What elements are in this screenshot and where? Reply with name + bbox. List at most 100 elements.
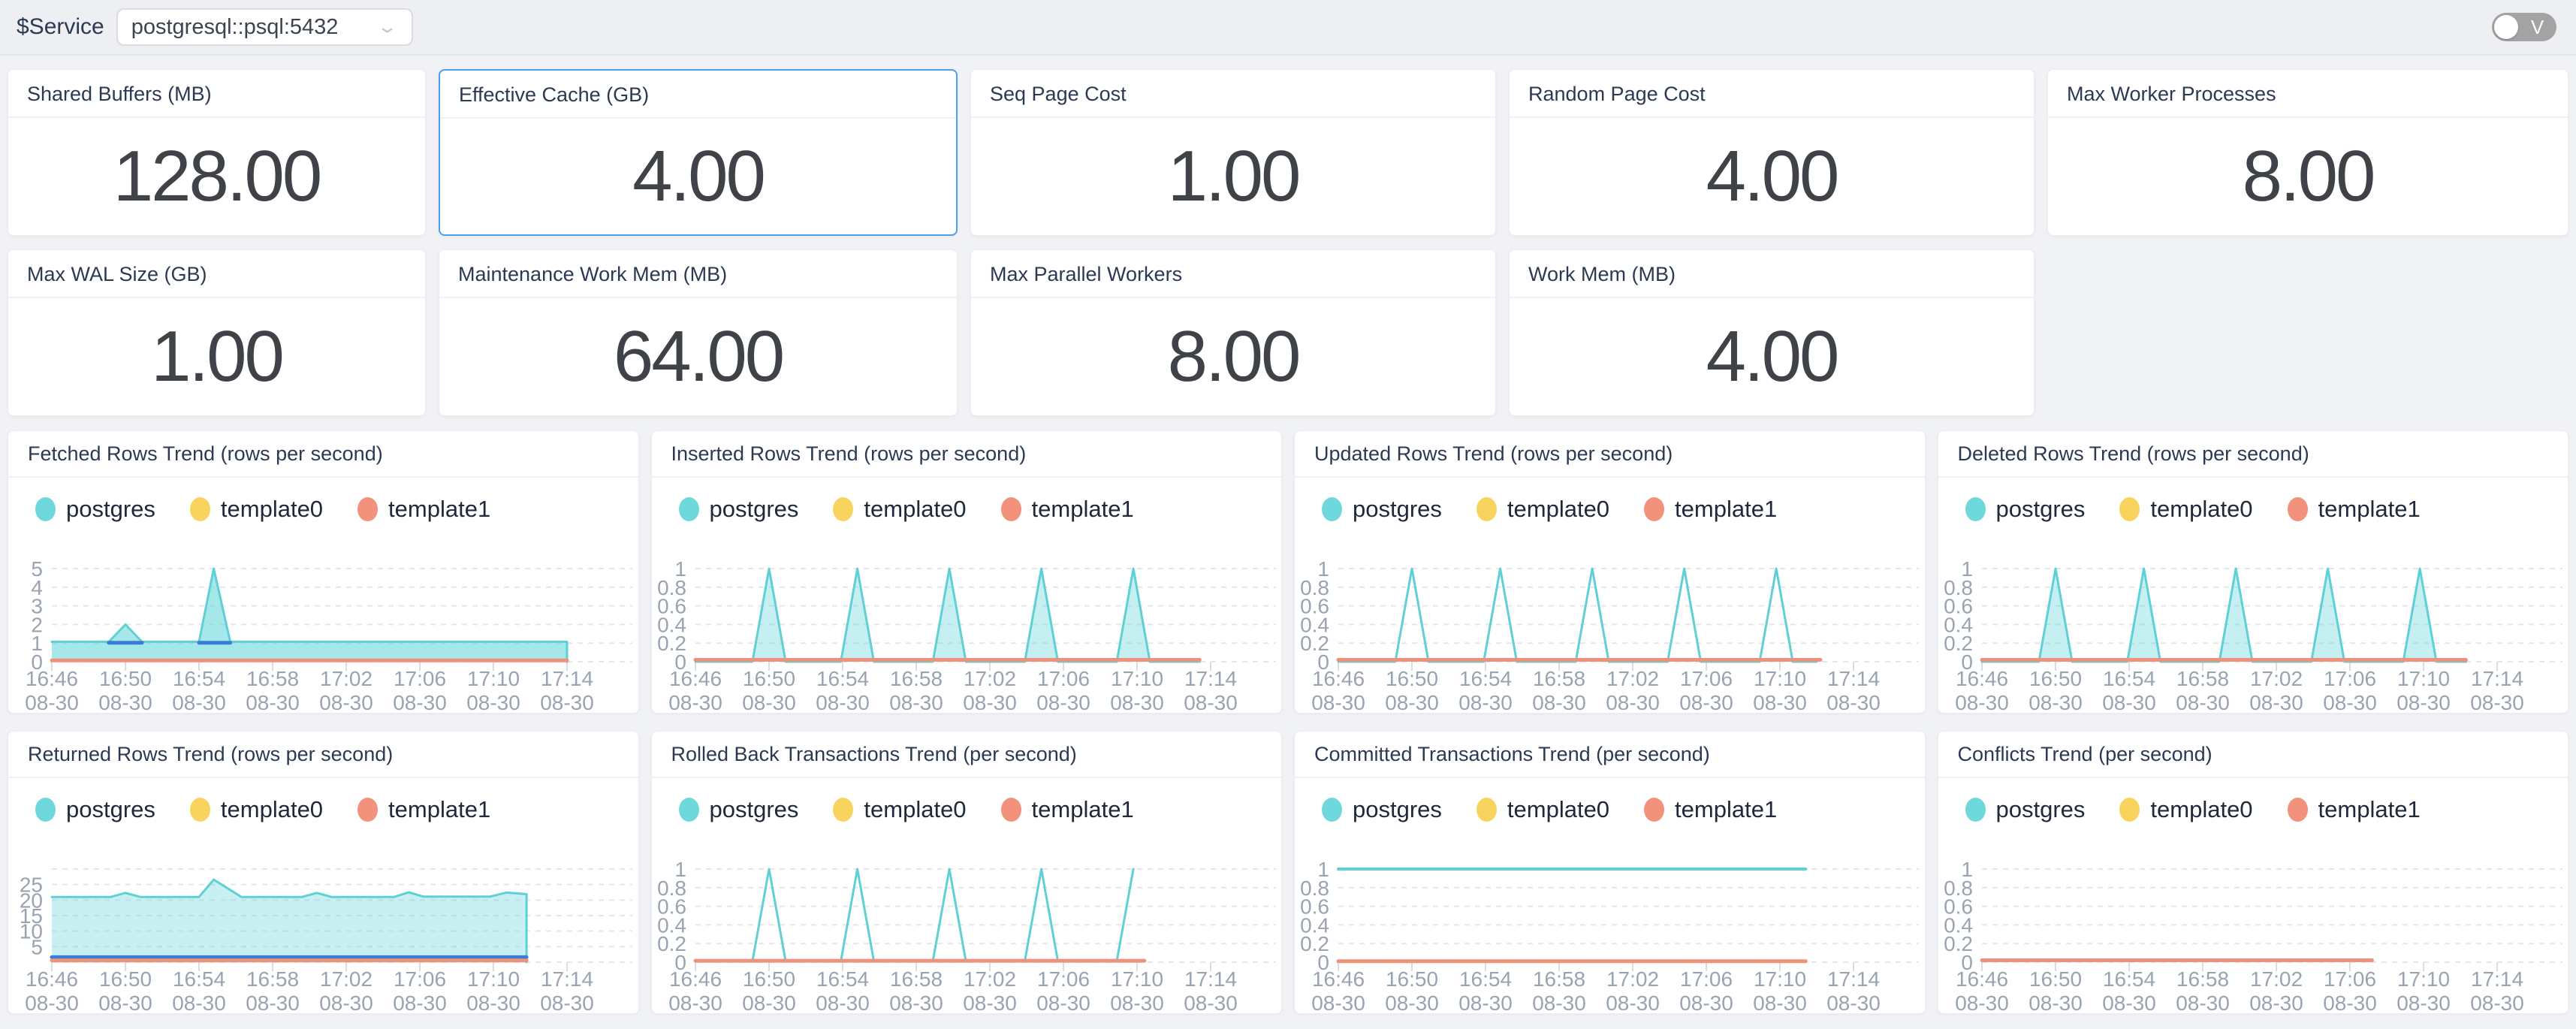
legend-item-postgres[interactable]: postgres (35, 796, 155, 823)
legend-item-template1[interactable]: template1 (2288, 496, 2421, 523)
chart-panel-deleted-rows[interactable]: Deleted Rows Trend (rows per second) pos… (1938, 430, 2569, 714)
svg-text:08-30: 08-30 (742, 991, 796, 1012)
legend-dot-icon (1477, 497, 1497, 521)
legend-item-postgres[interactable]: postgres (1322, 496, 1442, 523)
svg-text:17:14: 17:14 (1827, 667, 1880, 690)
legend-label: template0 (1507, 796, 1609, 823)
chart-plot-area[interactable]: 00.20.40.60.8116:4608-3016:5008-3016:540… (652, 523, 1282, 713)
svg-text:16:46: 16:46 (668, 967, 721, 991)
svg-text:08-30: 08-30 (25, 691, 79, 711)
stat-card-max-parallel-workers[interactable]: Max Parallel Workers 8.00 (970, 249, 1496, 416)
chart-legend: postgres template0 template1 (1295, 778, 1925, 823)
svg-text:16:50: 16:50 (2029, 667, 2081, 690)
legend-item-template0[interactable]: template0 (833, 796, 966, 823)
stat-card-value: 8.00 (971, 298, 1495, 415)
legend-item-template1[interactable]: template1 (1644, 496, 1777, 523)
svg-text:17:02: 17:02 (963, 967, 1015, 991)
stat-card-value: 4.00 (1510, 298, 2034, 415)
stat-card-seq-page-cost[interactable]: Seq Page Cost 1.00 (970, 69, 1496, 236)
chart-panel-returned-rows[interactable]: Returned Rows Trend (rows per second) po… (8, 731, 639, 1014)
svg-text:17:02: 17:02 (963, 667, 1015, 690)
stat-card-max-worker-processes[interactable]: Max Worker Processes 8.00 (2047, 69, 2568, 236)
svg-text:08-30: 08-30 (1606, 991, 1660, 1012)
legend-label: postgres (66, 496, 155, 523)
legend-item-template0[interactable]: template0 (2119, 796, 2252, 823)
svg-text:16:54: 16:54 (1459, 667, 1512, 690)
stat-card-effective-cache[interactable]: Effective Cache (GB) 4.00 (439, 69, 958, 236)
service-select[interactable]: postgresql::psql:5432 ⌄ (116, 8, 413, 46)
svg-text:08-30: 08-30 (1311, 991, 1365, 1012)
legend-item-postgres[interactable]: postgres (35, 496, 155, 523)
svg-text:08-30: 08-30 (1184, 991, 1238, 1012)
stat-card-shared-buffers[interactable]: Shared Buffers (MB) 128.00 (8, 69, 426, 236)
legend-dot-icon (1001, 798, 1021, 822)
chart-panel-inserted-rows[interactable]: Inserted Rows Trend (rows per second) po… (651, 430, 1283, 714)
stat-card-work-mem[interactable]: Work Mem (MB) 4.00 (1509, 249, 2035, 416)
svg-text:17:14: 17:14 (2470, 967, 2523, 991)
legend-dot-icon (190, 798, 210, 822)
legend-item-template1[interactable]: template1 (1001, 796, 1134, 823)
svg-text:08-30: 08-30 (2176, 991, 2230, 1012)
chart-plot-area[interactable]: 00.20.40.60.8116:4608-3016:5008-3016:540… (652, 823, 1282, 1013)
chart-panel-rolled-back-transactions[interactable]: Rolled Back Transactions Trend (per seco… (651, 731, 1283, 1014)
legend-label: template1 (388, 796, 490, 823)
legend-item-template1[interactable]: template1 (1644, 796, 1777, 823)
svg-text:08-30: 08-30 (540, 991, 594, 1012)
legend-item-postgres[interactable]: postgres (1965, 796, 2086, 823)
svg-text:17:14: 17:14 (1184, 667, 1236, 690)
legend-item-template1[interactable]: template1 (2288, 796, 2421, 823)
svg-text:16:58: 16:58 (889, 967, 942, 991)
legend-item-postgres[interactable]: postgres (1965, 496, 2086, 523)
chart-title: Updated Rows Trend (rows per second) (1295, 431, 1925, 478)
svg-text:17:02: 17:02 (2249, 667, 2302, 690)
svg-text:08-30: 08-30 (98, 991, 152, 1012)
chart-legend: postgres template0 template1 (1938, 778, 2568, 823)
svg-text:17:02: 17:02 (1606, 967, 1659, 991)
chart-plot-area[interactable]: 00.20.40.60.8116:4608-3016:5008-3016:540… (1295, 523, 1925, 713)
chart-panel-committed-transactions[interactable]: Committed Transactions Trend (per second… (1294, 731, 1926, 1014)
legend-item-postgres[interactable]: postgres (679, 796, 799, 823)
chart-panel-conflicts[interactable]: Conflicts Trend (per second) postgrestem… (1938, 731, 2569, 1014)
chart-plot-area[interactable]: 00.20.40.60.8116:4608-3016:5008-3016:540… (1295, 823, 1925, 1013)
svg-text:17:14: 17:14 (1184, 967, 1236, 991)
svg-text:16:46: 16:46 (1312, 667, 1365, 690)
svg-text:08-30: 08-30 (246, 691, 300, 711)
chart-plot-area[interactable]: 51015202516:4608-3016:5008-3016:5408-301… (8, 823, 638, 1013)
legend-item-postgres[interactable]: postgres (679, 496, 799, 523)
stat-card-value: 4.00 (440, 119, 956, 234)
chart-plot-area[interactable]: 00.20.40.60.8116:4608-3016:5008-3016:540… (1938, 823, 2568, 1013)
legend-item-template0[interactable]: template0 (190, 496, 323, 523)
legend-item-template1[interactable]: template1 (1001, 496, 1134, 523)
chart-grid-row1: Fetched Rows Trend (rows per second) pos… (8, 430, 2568, 714)
legend-item-template0[interactable]: template0 (2119, 496, 2252, 523)
legend-item-template0[interactable]: template0 (833, 496, 966, 523)
stat-card-grid: Shared Buffers (MB) 128.00 Effective Cac… (8, 69, 2568, 416)
stat-card-maintenance-work-mem[interactable]: Maintenance Work Mem (MB) 64.00 (439, 249, 958, 416)
stat-card-random-page-cost[interactable]: Random Page Cost 4.00 (1509, 69, 2035, 236)
svg-text:17:06: 17:06 (2323, 967, 2375, 991)
legend-label: template1 (388, 496, 490, 523)
svg-text:08-30: 08-30 (1532, 691, 1586, 711)
chart-plot-area[interactable]: 00.20.40.60.8116:4608-3016:5008-3016:540… (1938, 523, 2568, 713)
stat-card-value: 1.00 (8, 298, 425, 415)
legend-item-template1[interactable]: template1 (357, 496, 490, 523)
chart-panel-updated-rows[interactable]: Updated Rows Trend (rows per second) pos… (1294, 430, 1926, 714)
svg-text:08-30: 08-30 (2397, 991, 2451, 1012)
legend-item-template0[interactable]: template0 (1477, 496, 1609, 523)
stat-card-max-wal-size[interactable]: Max WAL Size (GB) 1.00 (8, 249, 426, 416)
svg-text:08-30: 08-30 (2249, 691, 2303, 711)
svg-text:16:54: 16:54 (1459, 967, 1512, 991)
legend-item-template0[interactable]: template0 (1477, 796, 1609, 823)
chart-panel-fetched-rows[interactable]: Fetched Rows Trend (rows per second) pos… (8, 430, 639, 714)
chart-plot-area[interactable]: 01234516:4608-3016:5008-3016:5408-3016:5… (8, 523, 638, 713)
svg-text:16:54: 16:54 (173, 667, 225, 690)
view-toggle[interactable]: V (2492, 13, 2556, 41)
legend-item-postgres[interactable]: postgres (1322, 796, 1442, 823)
svg-text:08-30: 08-30 (963, 691, 1017, 711)
legend-item-template1[interactable]: template1 (357, 796, 490, 823)
svg-text:08-30: 08-30 (1036, 691, 1090, 711)
legend-dot-icon (2288, 798, 2308, 822)
svg-text:16:46: 16:46 (1955, 667, 2007, 690)
chart-legend: postgres template0 template1 (1295, 478, 1925, 523)
legend-item-template0[interactable]: template0 (190, 796, 323, 823)
